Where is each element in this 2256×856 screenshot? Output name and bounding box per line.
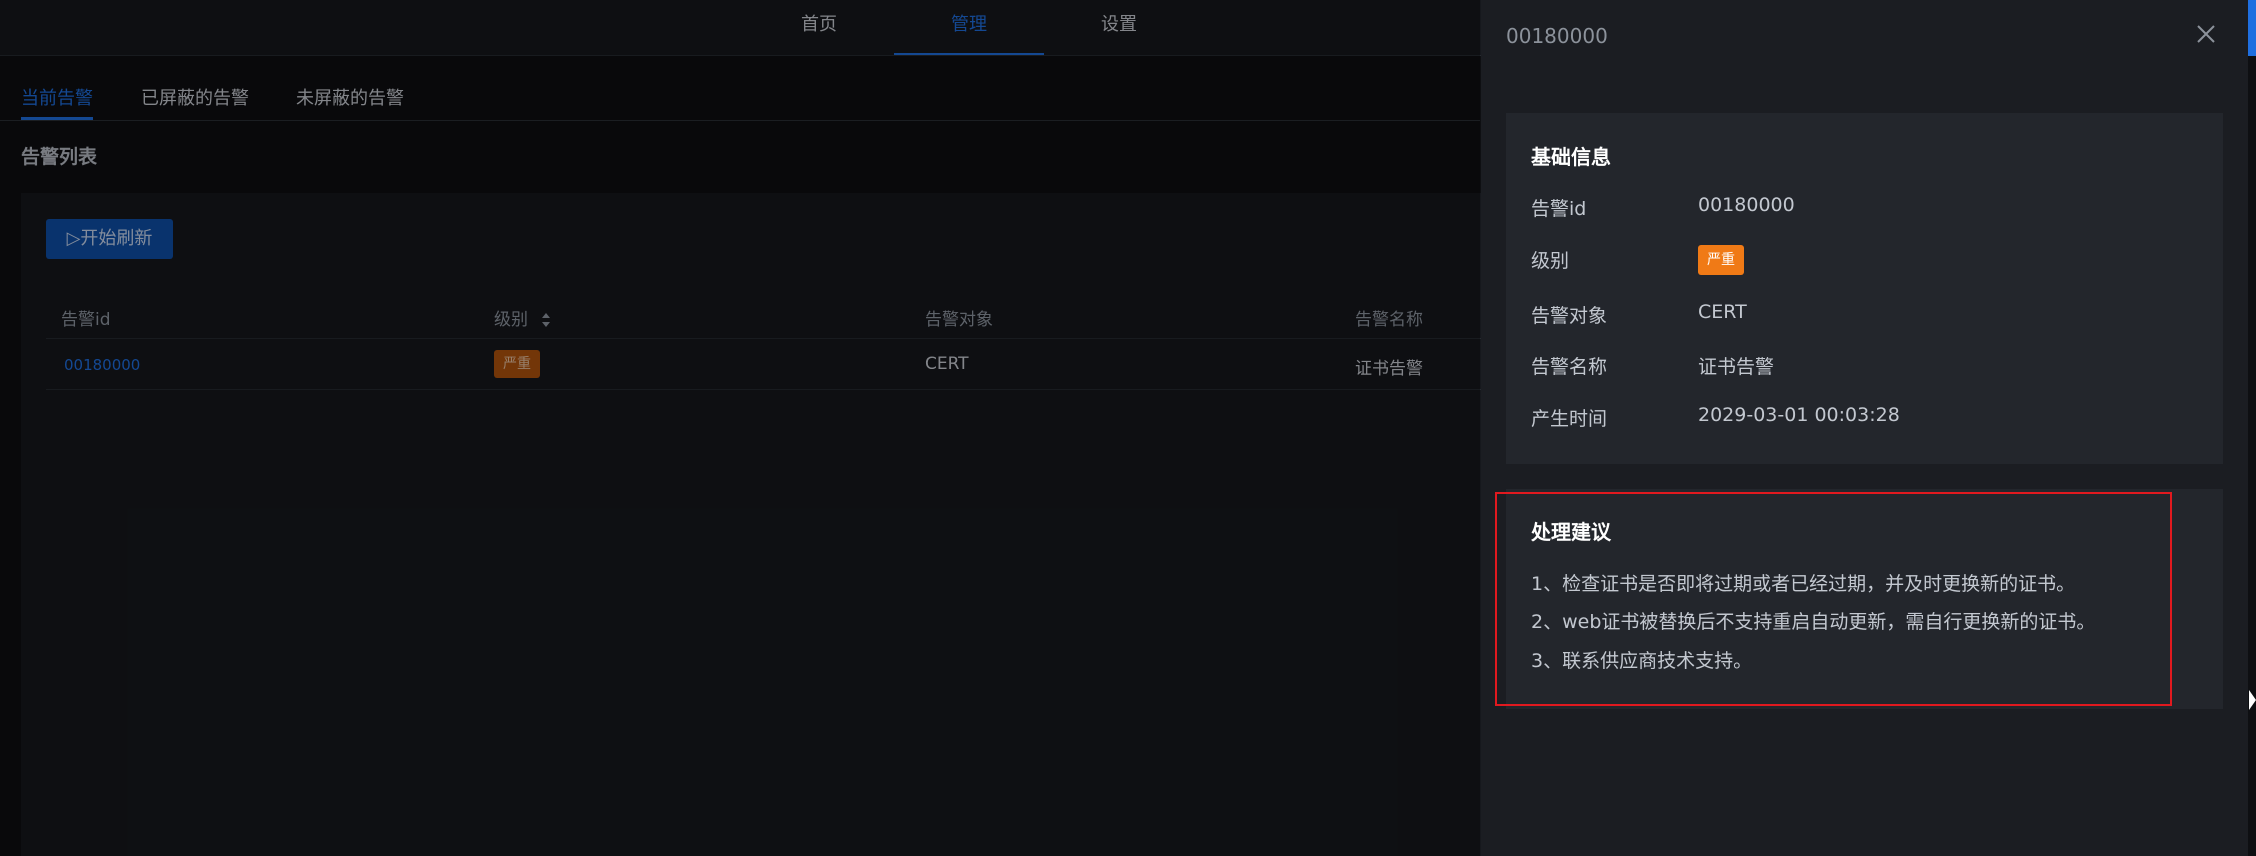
field-label-name: 告警名称 <box>1531 356 1608 378</box>
field-value-name: 证书告警 <box>1698 356 1775 378</box>
field-label-level: 级别 <box>1531 250 1570 272</box>
advice-highlight-box <box>1495 492 2172 706</box>
field-value-time: 2029-03-01 00:03:28 <box>1698 404 1900 426</box>
cursor-icon <box>2249 690 2256 710</box>
severity-badge: 严重 <box>1698 245 1744 275</box>
field-value-object: CERT <box>1698 301 1747 323</box>
field-value-alarm-id: 00180000 <box>1698 194 1795 216</box>
basic-info-card: 基础信息 告警id 00180000 级别 严重 告警对象 CERT 告警名称 … <box>1506 113 2223 464</box>
basic-info-title: 基础信息 <box>1531 145 1611 169</box>
field-label-alarm-id: 告警id <box>1531 198 1587 220</box>
alarm-detail-drawer: 00180000 基础信息 告警id 00180000 级别 严重 告警对象 C… <box>1481 0 2248 856</box>
scrollbar-accent <box>2248 0 2256 56</box>
close-icon[interactable] <box>2194 22 2218 46</box>
scrollbar-track <box>2248 0 2256 856</box>
field-label-object: 告警对象 <box>1531 305 1608 327</box>
field-value-level: 严重 <box>1698 245 1744 275</box>
modal-overlay[interactable] <box>0 0 1480 856</box>
field-label-time: 产生时间 <box>1531 408 1608 430</box>
drawer-title: 00180000 <box>1506 24 1608 48</box>
